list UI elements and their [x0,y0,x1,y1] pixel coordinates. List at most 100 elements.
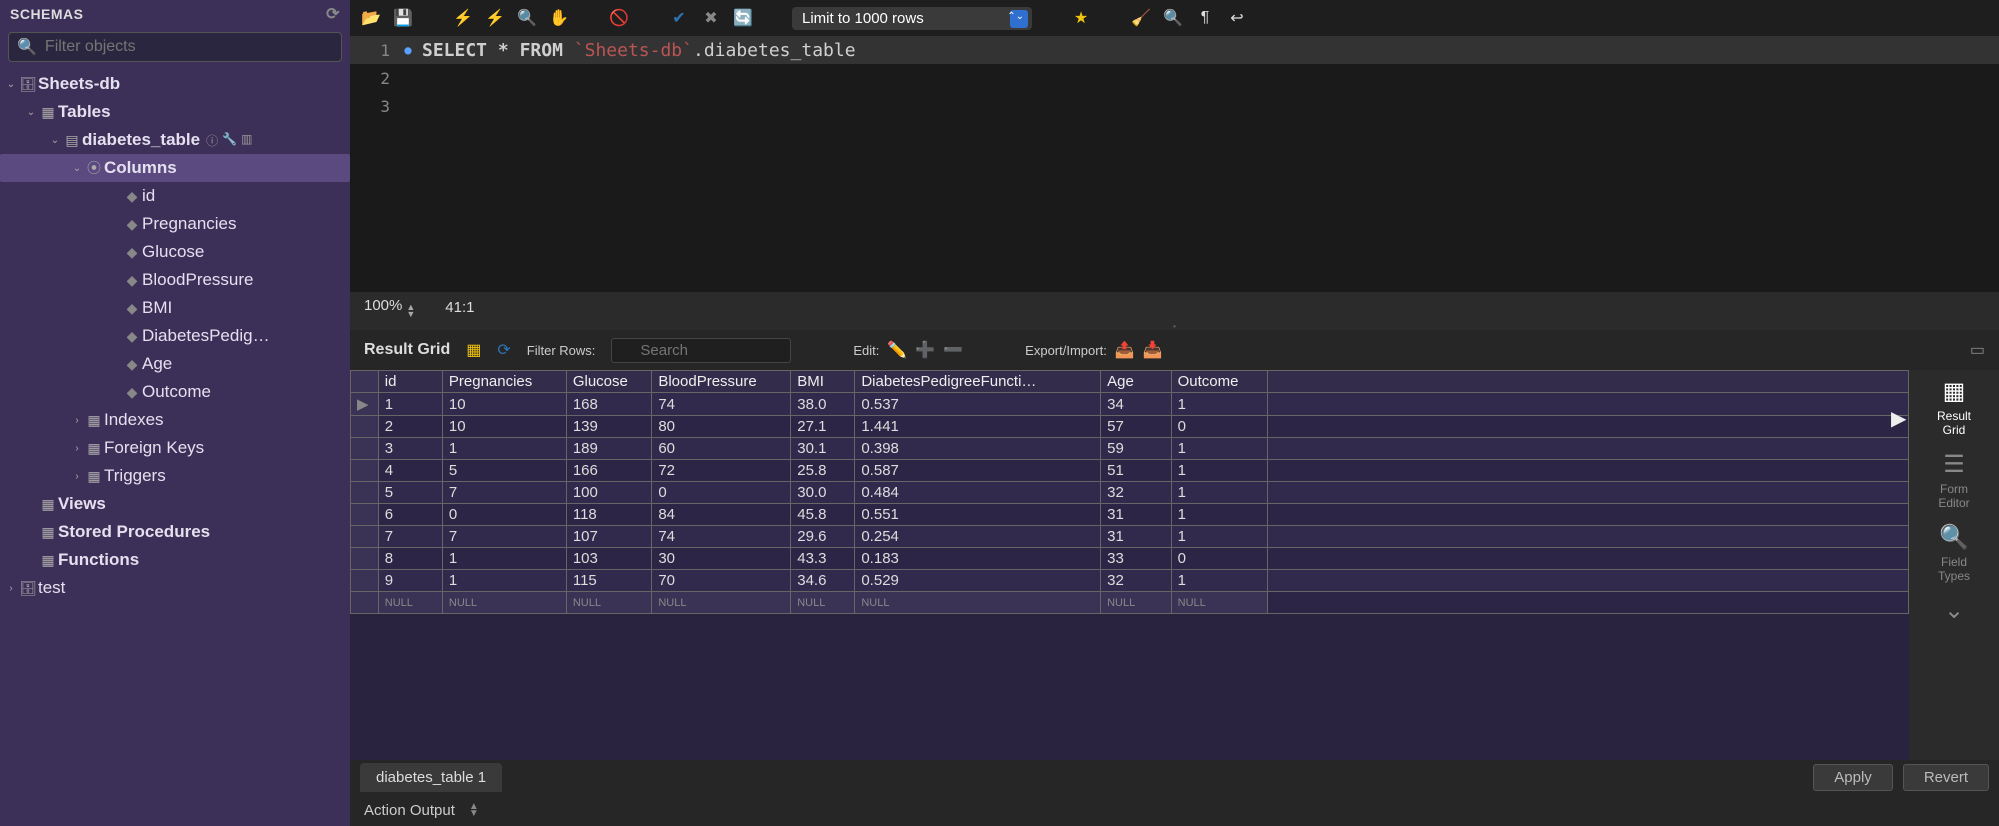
row-selector[interactable] [351,460,379,482]
invisible-chars-icon[interactable]: ¶ [1194,7,1216,29]
limit-select[interactable]: Limit to 1000 rows [792,7,1032,30]
row-selector[interactable] [351,548,379,570]
cell[interactable]: 0.398 [855,438,1101,460]
tree-column[interactable]: ◆DiabetesPedig… [0,322,350,350]
cell[interactable]: 0 [1171,416,1267,438]
cell[interactable]: 30.1 [791,438,855,460]
row-selector[interactable] [351,438,379,460]
cell[interactable]: 9 [378,570,442,592]
delete-row-icon[interactable]: ➖ [943,340,963,360]
cell[interactable]: 84 [652,504,791,526]
cell[interactable]: 74 [652,393,791,416]
editor-line[interactable]: 3 [350,92,1999,120]
commit-icon[interactable]: ✔ [668,7,690,29]
column-header[interactable]: BMI [791,371,855,393]
chevron-down-icon[interactable]: ⌄ [70,163,84,174]
action-output-stepper-icon[interactable]: ▲▼ [469,803,479,817]
cell[interactable]: 27.1 [791,416,855,438]
cell[interactable]: 189 [566,438,651,460]
cell[interactable]: 7 [378,526,442,548]
cell[interactable]: 70 [652,570,791,592]
edit-row-icon[interactable]: ✏️ [887,340,907,360]
cell[interactable]: 6 [378,504,442,526]
chevron-down-icon[interactable]: ⌄ [48,135,62,146]
table-row[interactable]: 2101398027.11.441570 [351,416,1909,438]
zoom-level[interactable]: 100%▲▼ [364,297,415,318]
cell[interactable]: 100 [566,482,651,504]
table-row[interactable]: 771077429.60.254311 [351,526,1909,548]
cell[interactable]: 8 [378,548,442,570]
cell[interactable]: 59 [1101,438,1172,460]
cell[interactable]: 34 [1101,393,1172,416]
tree-foreign-keys[interactable]: › ▦ Foreign Keys [0,434,350,462]
chevron-right-icon[interactable]: › [70,443,84,454]
cell[interactable]: 1 [1171,460,1267,482]
rollback-icon[interactable]: ✖ [700,7,722,29]
explain-icon[interactable]: 🔍 [516,7,538,29]
tree-column[interactable]: ◆BMI [0,294,350,322]
tree-column[interactable]: ◆BloodPressure [0,266,350,294]
table-row[interactable]: 451667225.80.587511 [351,460,1909,482]
cell[interactable]: 0 [442,504,566,526]
sql-code[interactable]: SELECT * FROM `Sheets-db`.diabetes_table [416,40,856,61]
cell[interactable]: 0.551 [855,504,1101,526]
tree-db-test[interactable]: › 🗄 test [0,574,350,602]
info-icon[interactable]: ⓘ [206,132,218,149]
cell[interactable]: 5 [442,460,566,482]
column-header[interactable]: BloodPressure [652,371,791,393]
cell[interactable]: 72 [652,460,791,482]
cell[interactable]: 38.0 [791,393,855,416]
chevron-down-icon[interactable]: ⌄ [4,79,18,90]
null-cell[interactable]: NULL [652,592,791,614]
result-grid-wrap[interactable]: idPregnanciesGlucoseBloodPressureBMIDiab… [350,370,1909,760]
filter-objects-input[interactable] [43,37,333,57]
tree-column[interactable]: ◆Age [0,350,350,378]
cell[interactable]: 4 [378,460,442,482]
cell[interactable]: 80 [652,416,791,438]
column-header[interactable]: id [378,371,442,393]
row-selector[interactable] [351,504,379,526]
row-selector[interactable] [351,570,379,592]
column-header[interactable]: Outcome [1171,371,1267,393]
chevron-right-icon[interactable]: › [70,415,84,426]
cell[interactable]: 10 [442,416,566,438]
column-header[interactable]: Glucose [566,371,651,393]
refresh-icon[interactable]: ⟳ [326,4,340,24]
table-row[interactable]: 311896030.10.398591 [351,438,1909,460]
tool-more[interactable]: ⌄ [1935,595,1973,625]
cell[interactable]: 74 [652,526,791,548]
null-cell[interactable]: NULL [1101,592,1172,614]
cell[interactable]: 1 [1171,570,1267,592]
execute-icon[interactable]: ⚡ [452,7,474,29]
tree-table-diabetes[interactable]: ⌄ ▤ diabetes_table ⓘ 🔧 ▥ [0,126,350,154]
tree-columns[interactable]: ⌄ ⦿ Columns [0,154,350,182]
cell[interactable]: 3 [378,438,442,460]
sql-editor[interactable]: 1 ● SELECT * FROM `Sheets-db`.diabetes_t… [350,36,1999,292]
cell[interactable]: 45.8 [791,504,855,526]
cell[interactable]: 7 [442,482,566,504]
chevron-right-icon[interactable]: › [70,471,84,482]
chevron-right-icon[interactable]: › [4,583,18,594]
cell[interactable]: 0.183 [855,548,1101,570]
cell[interactable]: 34.6 [791,570,855,592]
cell[interactable]: 0.587 [855,460,1101,482]
execute-step-icon[interactable]: ⚡ [484,7,506,29]
cell[interactable]: 115 [566,570,651,592]
stop-icon[interactable]: ✋ [548,7,570,29]
tree-column[interactable]: ◆Glucose [0,238,350,266]
row-selector[interactable] [351,416,379,438]
tree-column[interactable]: ◆Outcome [0,378,350,406]
wrap-cell-icon[interactable]: ▭ [1970,340,1985,360]
null-cell[interactable]: NULL [378,592,442,614]
cell[interactable]: 30 [652,548,791,570]
column-header[interactable]: Pregnancies [442,371,566,393]
cell[interactable]: 166 [566,460,651,482]
tool-field-types[interactable]: 🔍 Field Types [1935,522,1973,583]
tree-functions[interactable]: ▦ Functions [0,546,350,574]
tool-form-editor[interactable]: ☰ Form Editor [1935,449,1973,510]
cell[interactable]: 31 [1101,526,1172,548]
row-selector[interactable] [351,482,379,504]
cell[interactable]: 1 [378,393,442,416]
cell[interactable]: 51 [1101,460,1172,482]
revert-button[interactable]: Revert [1903,764,1989,791]
